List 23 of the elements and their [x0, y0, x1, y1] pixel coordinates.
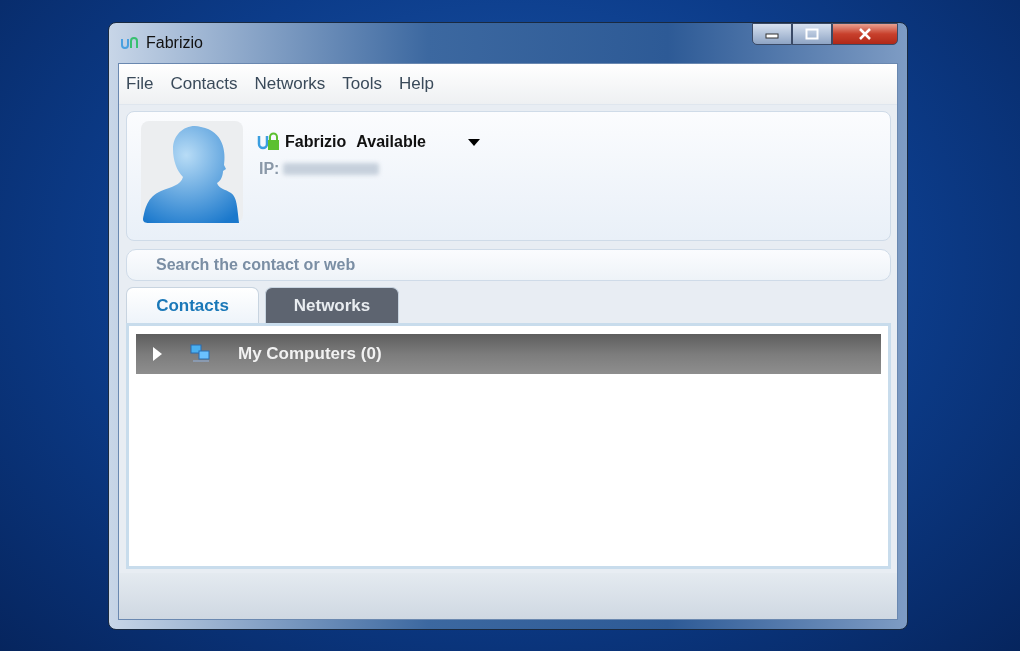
profile-name: Fabrizio: [285, 133, 347, 151]
window-title: Fabrizio: [146, 34, 203, 52]
maximize-button[interactable]: [792, 23, 832, 45]
expand-arrow-icon[interactable]: [152, 347, 164, 361]
menu-item[interactable]: File: [126, 74, 154, 94]
computers-icon: [190, 344, 212, 364]
tab[interactable]: Networks: [265, 287, 399, 323]
menu-item[interactable]: Networks: [254, 74, 326, 94]
tab[interactable]: Contacts: [126, 287, 259, 323]
menu-item[interactable]: Help: [399, 74, 434, 94]
close-button[interactable]: [832, 23, 898, 45]
menu-item[interactable]: Contacts: [170, 74, 238, 94]
search-field[interactable]: Search the contact or web: [126, 249, 891, 281]
minimize-button[interactable]: [752, 23, 792, 45]
ip-label: IP:: [259, 160, 280, 178]
group-label: My Computers (0): [238, 344, 382, 364]
group-row[interactable]: My Computers (0): [136, 334, 881, 374]
maximize-icon: [805, 28, 819, 40]
status-dropdown[interactable]: Available: [356, 133, 426, 151]
caret-icon[interactable]: [468, 138, 480, 146]
menu-item[interactable]: Tools: [342, 74, 383, 94]
close-icon: [858, 28, 872, 40]
app-logo-icon: [120, 36, 140, 50]
